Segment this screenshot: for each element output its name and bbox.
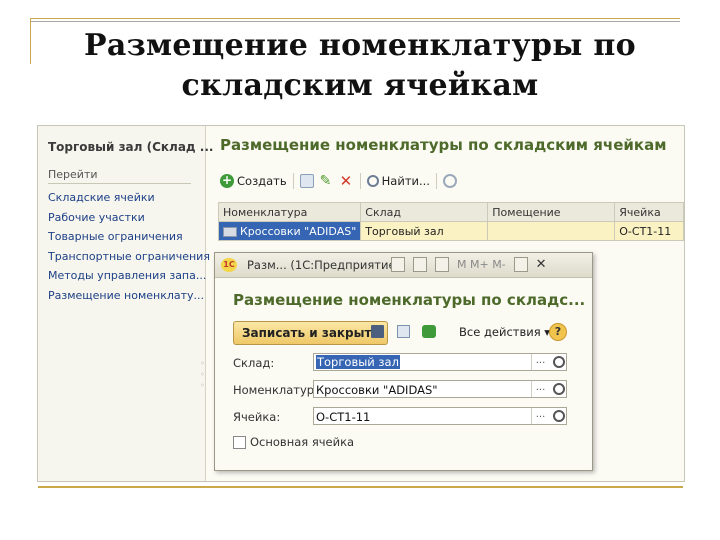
warehouse-label: Склад: (233, 356, 275, 370)
cell-field[interactable]: О-СТ1-11 ... (313, 407, 567, 425)
magnifier-icon (366, 175, 379, 187)
toolbar-divider (292, 173, 294, 189)
1c-logo-icon: 1С (221, 258, 237, 272)
save-and-close-button[interactable]: Записать и закрыть (233, 321, 389, 345)
splitter-handle[interactable]: ◦ ◦ ◦ (200, 358, 205, 391)
column-header-nomenclature[interactable]: Номенклатура (217, 202, 362, 222)
select-ellipsis-button[interactable]: ... (531, 354, 549, 370)
sidebar-title: Торговый зал (Склад ... (48, 140, 214, 154)
cell-row: Ячейка: О-СТ1-11 ... (233, 407, 573, 427)
sidebar-nav: Складские ячейки Рабочие участки Товарны… (48, 188, 210, 305)
select-ellipsis-button[interactable]: ... (531, 408, 549, 424)
sidebar-goto-label: Перейти (48, 168, 98, 181)
dialog-heading: Размещение номенклатуры по складс... (233, 291, 586, 309)
select-ellipsis-button[interactable]: ... (531, 381, 549, 397)
table-cell-nomenclature-text: Кроссовки "ADIDAS" (240, 224, 357, 238)
search-icon[interactable] (553, 356, 565, 368)
sidebar-item-work-areas[interactable]: Рабочие участки (48, 208, 210, 228)
nomenclature-value: Кроссовки "ADIDAS" (316, 383, 438, 397)
table-cell-cell[interactable]: О-СТ1-11 (614, 221, 684, 241)
dialog-caption: Разм... (1С:Предприятие) (247, 258, 401, 272)
slide-border-top (30, 18, 680, 19)
save-disk-icon[interactable] (371, 325, 384, 338)
refresh-icon[interactable] (422, 325, 436, 338)
slide-title-line1: Размещение номенклатуры по (84, 28, 636, 63)
table-cell-warehouse[interactable]: Торговый зал (360, 221, 489, 241)
sidebar-item-stock-methods[interactable]: Методы управления запа... (48, 266, 210, 286)
plus-icon: + (220, 173, 234, 188)
record-dialog: 1С Разм... (1С:Предприятие) M M+ M- ✕ Ра… (214, 252, 593, 471)
sidebar-item-goods-restrictions[interactable]: Товарные ограничения (48, 227, 210, 247)
favorites-icon[interactable] (391, 257, 405, 272)
toolbar-divider (435, 173, 437, 189)
row-item-icon (223, 226, 237, 237)
table-row[interactable]: Кроссовки "ADIDAS" Торговый зал О-СТ1-11 (217, 221, 684, 241)
sidebar: Торговый зал (Склад ... Перейти Складски… (38, 126, 213, 481)
main-cell-label: Основная ячейка (250, 435, 355, 449)
delete-x-icon[interactable]: ✕ (340, 174, 354, 189)
search-icon[interactable] (553, 383, 565, 395)
warehouse-value: Торговый зал (316, 355, 400, 369)
placement-table: Номенклатура Склад Помещение Ячейка Крос… (217, 202, 684, 241)
calendar-icon[interactable] (413, 257, 427, 272)
table-cell-nomenclature[interactable]: Кроссовки "ADIDAS" (217, 221, 362, 241)
cell-value: О-СТ1-11 (316, 410, 371, 424)
dialog-title-tools: M M+ M- ✕ (391, 257, 547, 272)
nomenclature-label: Номенклатура: (233, 383, 326, 397)
warehouse-field[interactable]: Торговый зал ... (313, 353, 567, 371)
copy-record-icon[interactable] (397, 325, 410, 338)
find-button[interactable]: Найти... (366, 174, 430, 188)
sidebar-item-storage-cells[interactable]: Складские ячейки (48, 188, 210, 208)
find-button-label: Найти... (381, 174, 430, 188)
all-actions-menu[interactable]: Все действия ▾ (459, 325, 550, 339)
create-button[interactable]: + Создать (220, 174, 287, 188)
edit-pencil-icon[interactable]: ✎ (320, 174, 334, 188)
cell-label: Ячейка: (233, 410, 281, 424)
create-button-label: Создать (237, 174, 287, 188)
cancel-search-icon[interactable] (442, 174, 457, 188)
slide-title-line2: складским ячейкам (181, 68, 539, 103)
nomenclature-field[interactable]: Кроссовки "ADIDAS" ... (313, 380, 567, 398)
slide-title: Размещение номенклатуры по складским яче… (60, 26, 660, 106)
slide-border-left (30, 18, 31, 64)
close-icon[interactable]: ✕ (536, 257, 547, 272)
warehouse-row: Склад: Торговый зал ... (233, 353, 573, 373)
table-cell-room[interactable] (487, 221, 616, 241)
sidebar-item-transport-restrictions[interactable]: Транспортные ограничения (48, 247, 210, 267)
main-cell-checkbox-row[interactable]: Основная ячейка (233, 435, 354, 449)
column-header-warehouse[interactable]: Склад (360, 202, 489, 222)
memory-buttons[interactable]: M M+ M- (457, 258, 506, 271)
help-icon[interactable]: ? (549, 323, 567, 341)
sidebar-divider (48, 183, 191, 184)
table-header-row: Номенклатура Склад Помещение Ячейка (217, 202, 684, 222)
search-icon[interactable] (553, 410, 565, 422)
slide-border-bottom (38, 486, 683, 488)
dialog-toolbar: Записать и закрыть Все действия ▾ ? (233, 321, 573, 345)
calculator-icon[interactable] (435, 257, 449, 272)
dialog-titlebar[interactable]: 1С Разм... (1С:Предприятие) M M+ M- ✕ (215, 253, 592, 278)
main-cell-checkbox[interactable] (233, 435, 246, 449)
toolbar-divider (359, 173, 361, 189)
copy-icon[interactable] (299, 174, 314, 188)
nomenclature-row: Номенклатура: Кроссовки "ADIDAS" ... (233, 380, 573, 400)
sidebar-item-placement[interactable]: Размещение номенклату... (48, 286, 210, 306)
restore-window-icon[interactable] (513, 257, 528, 272)
list-toolbar: + Создать ✎ ✕ Найти... (220, 170, 457, 192)
column-header-cell[interactable]: Ячейка (614, 202, 684, 222)
column-header-room[interactable]: Помещение (487, 202, 616, 222)
slide-border-top-inner (30, 21, 680, 22)
list-title: Размещение номенклатуры по складским яче… (220, 136, 667, 154)
